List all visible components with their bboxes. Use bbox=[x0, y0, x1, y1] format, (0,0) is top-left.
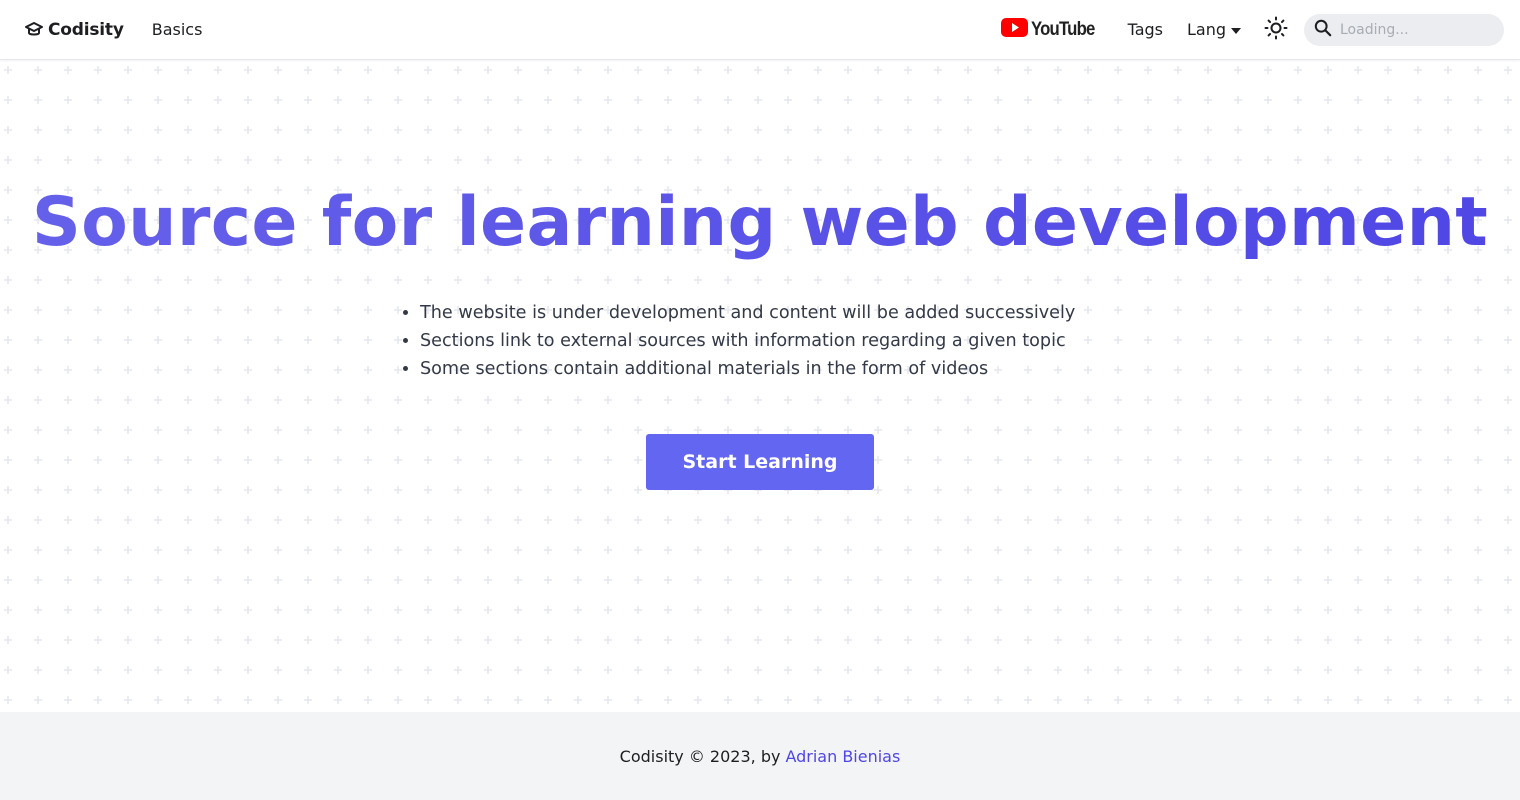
list-item: Some sections contain additional materia… bbox=[420, 355, 1075, 383]
plus-pattern-background bbox=[0, 61, 1520, 712]
youtube-link[interactable]: YouTube bbox=[1001, 18, 1103, 41]
navbar-right: YouTube Tags Lang bbox=[1001, 13, 1504, 46]
youtube-play-icon bbox=[1001, 18, 1029, 41]
sun-icon bbox=[1264, 16, 1288, 44]
search-input[interactable] bbox=[1340, 21, 1490, 38]
search-icon bbox=[1314, 19, 1332, 41]
caret-down-icon bbox=[1230, 20, 1242, 39]
list-item: The website is under development and con… bbox=[420, 299, 1075, 327]
brand-link[interactable]: Codisity bbox=[24, 20, 124, 40]
list-item: Sections link to external sources with i… bbox=[420, 327, 1075, 355]
nav-basics[interactable]: Basics bbox=[152, 20, 203, 39]
lang-dropdown[interactable]: Lang bbox=[1187, 20, 1242, 39]
hero-title: Source for learning web development bbox=[0, 183, 1520, 263]
search-box[interactable] bbox=[1304, 13, 1504, 46]
start-learning-button[interactable]: Start Learning bbox=[646, 434, 874, 490]
nav-tags[interactable]: Tags bbox=[1128, 20, 1163, 39]
brand-name: Codisity bbox=[48, 19, 124, 40]
graduation-cap-icon bbox=[24, 20, 44, 40]
navbar-left: Codisity Basics bbox=[24, 20, 202, 40]
hero-section: Source for learning web development The … bbox=[0, 61, 1520, 712]
theme-toggle-button[interactable] bbox=[1260, 14, 1292, 46]
footer-copyright: Codisity © 2023, by bbox=[619, 746, 781, 766]
lang-label: Lang bbox=[1186, 20, 1226, 39]
author-link[interactable]: Adrian Bienias bbox=[785, 747, 900, 766]
youtube-wordmark: YouTube bbox=[1031, 18, 1095, 40]
navbar: Codisity Basics YouTube Tags Lang bbox=[0, 0, 1520, 60]
hero-feature-list: The website is under development and con… bbox=[420, 299, 1075, 383]
footer: Codisity © 2023, by Adrian Bienias bbox=[0, 712, 1520, 800]
